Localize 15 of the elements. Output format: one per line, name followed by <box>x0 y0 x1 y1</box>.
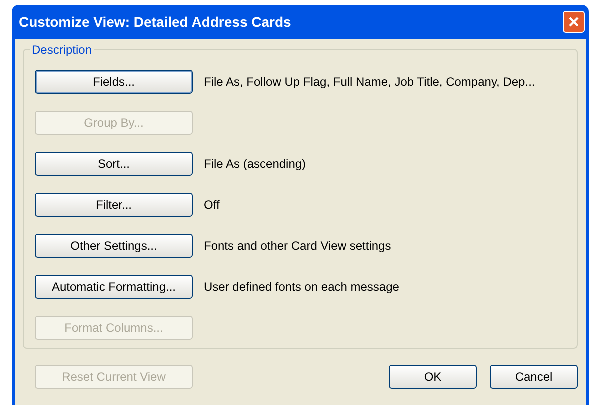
option-button[interactable]: Fields... <box>35 70 193 94</box>
option-button[interactable]: Automatic Formatting... <box>35 275 193 299</box>
option-button[interactable]: Sort... <box>35 152 193 176</box>
cancel-button[interactable]: Cancel <box>490 365 578 389</box>
close-icon <box>568 16 580 28</box>
setting-description: User defined fonts on each message <box>204 279 400 296</box>
setting-description: Fonts and other Card View settings <box>204 238 392 255</box>
option-button[interactable]: Other Settings... <box>35 234 193 258</box>
ok-button[interactable]: OK <box>389 365 477 389</box>
setting-description: Off <box>204 197 220 214</box>
setting-description: File As (ascending) <box>204 156 306 173</box>
window-title: Customize View: Detailed Address Cards <box>19 12 292 32</box>
setting-description: File As, Follow Up Flag, Full Name, Job Title, Company, Dep... <box>204 74 536 91</box>
close-button[interactable] <box>563 11 585 33</box>
option-button[interactable]: Filter... <box>35 193 193 217</box>
